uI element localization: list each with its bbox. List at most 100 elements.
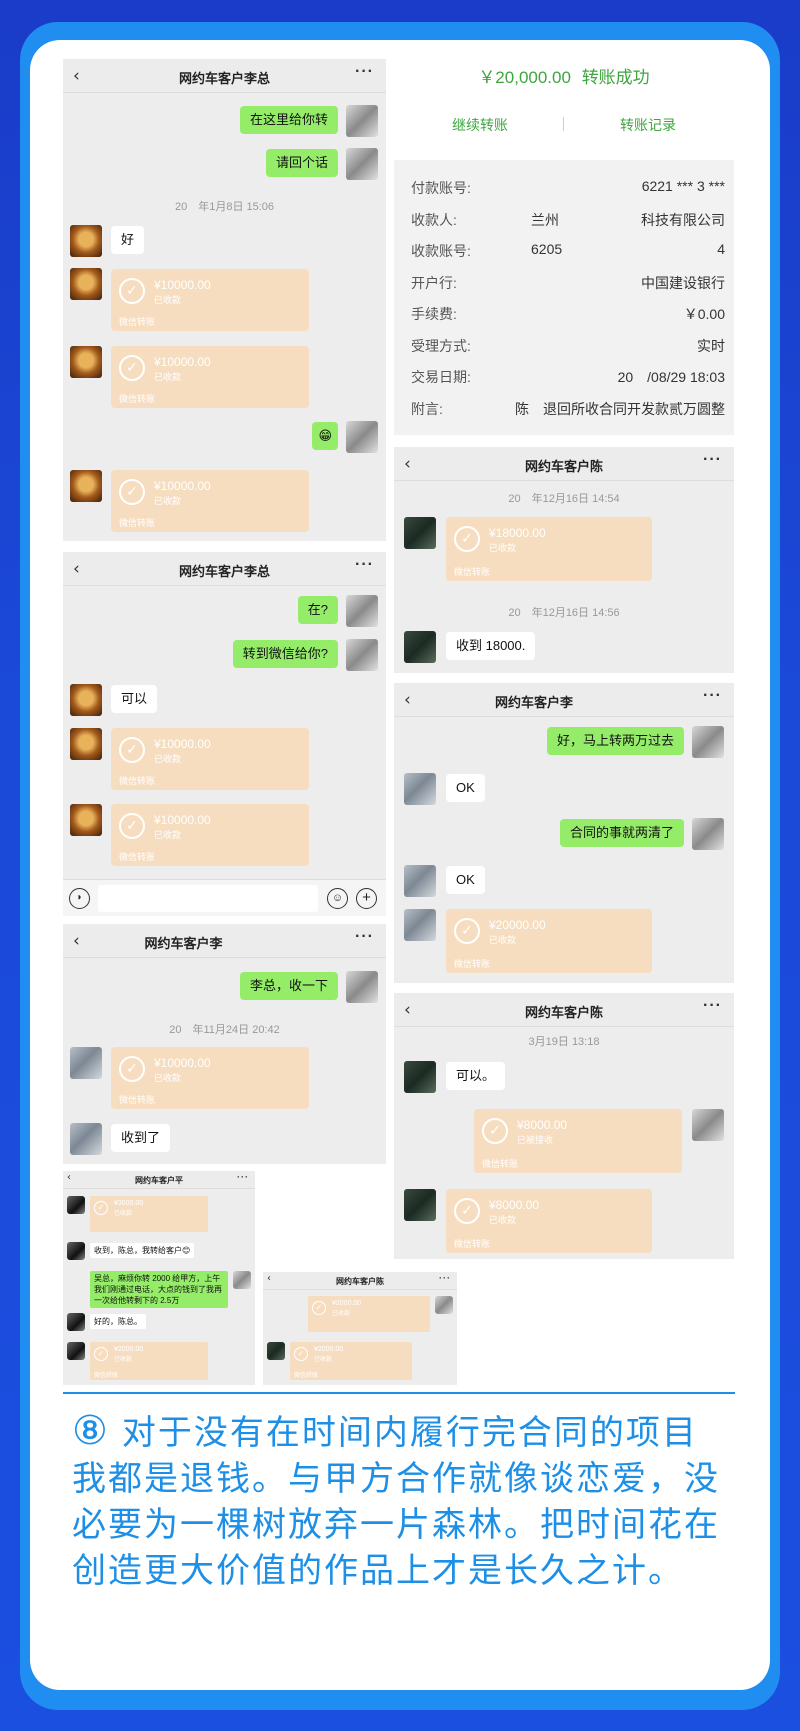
transfer-footer: 微信转账 xyxy=(119,852,156,862)
timestamp: 20 年12月16日 14:54 xyxy=(508,493,620,505)
more-icon[interactable]: ··· xyxy=(703,451,722,469)
chat-title: 网约车客户李总 xyxy=(178,564,270,579)
avatar xyxy=(346,105,378,137)
transfer-card[interactable]: ✓ ¥18000.00 已收款 微信转账 xyxy=(446,517,652,581)
timestamp: 20 年11月24日 20:42 xyxy=(169,1024,280,1036)
chat-bubble: 好 xyxy=(111,226,145,254)
transfer-amount: ¥20000.00 xyxy=(489,918,546,932)
chat-header: ‹ 网约车客户李总 ··· xyxy=(63,552,386,586)
transfer-records-link[interactable]: 转账记录 xyxy=(620,115,676,135)
receipt-value: 20 /08/29 18:03 xyxy=(617,369,725,385)
receipt-value: 陈 退回所收合同开发款贰万圆整 xyxy=(515,400,725,417)
message-input[interactable] xyxy=(98,885,318,912)
chat-bubble: 好的，陈总。 xyxy=(90,1314,146,1329)
transfer-card[interactable]: ✓ ¥8000.00 已被接收 微信转账 xyxy=(474,1109,682,1173)
transfer-status: 已被接收 xyxy=(517,1135,554,1145)
receipt-label: 付款账号: xyxy=(411,180,471,196)
receipt-row: 付款账号: 6221 *** 3 *** xyxy=(411,178,725,198)
transfer-card[interactable]: ✓ ¥10000.00 已收款 微信转账 xyxy=(111,470,309,532)
chat-title: 网约车客户李 xyxy=(494,695,573,710)
avatar xyxy=(70,1123,102,1155)
more-icon[interactable]: ··· xyxy=(703,997,722,1015)
chat-screenshot-3: ‹ 网约车客户李 ··· 李总，收一下 20 年11月24日 20:42 ✓ ¥… xyxy=(63,924,386,1164)
transfer-card[interactable]: ✓ ¥10000.00 已收款 微信转账 xyxy=(111,269,309,331)
continue-transfer-link[interactable]: 继续转账 xyxy=(452,115,508,135)
chat-screenshot-2: ‹ 网约车客户李总 ··· 在? 转到微信给你? 可以 ✓ ¥10000.00 … xyxy=(63,552,386,916)
check-icon: ✓ xyxy=(454,526,480,552)
transfer-card[interactable]: ✓ ¥10000.00 已收款 微信转账 xyxy=(111,804,309,866)
avatar xyxy=(692,726,724,758)
more-icon[interactable]: ··· xyxy=(703,687,722,705)
transfer-amount: ¥10000.00 xyxy=(154,737,211,751)
transfer-status: 已收款 xyxy=(154,754,182,764)
chat-bubble: 收到 18000. xyxy=(446,632,536,660)
receipt-value: 4 xyxy=(717,241,725,257)
transfer-amount: ¥8000.00 xyxy=(489,1198,540,1212)
transfer-footer: 微信转账 xyxy=(119,518,156,528)
avatar xyxy=(404,1189,436,1221)
input-bar: ◗ ☺ + xyxy=(63,879,386,916)
chat-screenshot-8: ‹ 网约车客户陈 ··· ✓ ¥2000.00 已收款 ✓ ¥2000.00 已… xyxy=(263,1272,457,1385)
chat-header: ‹ 网约车客户陈 ··· xyxy=(394,447,734,481)
transfer-card[interactable]: ✓ ¥10000.00 已收款 微信转账 xyxy=(111,728,309,790)
voice-icon[interactable]: ◗ xyxy=(69,888,90,909)
chat-bubble: 在这里给你转 xyxy=(239,106,338,134)
timestamp: 20 年12月16日 14:56 xyxy=(508,607,620,619)
transfer-card[interactable]: ✓ ¥20000.00 已收款 微信转账 xyxy=(446,909,652,973)
transfer-card[interactable]: ✓ ¥2000.00 已收款 微信转账 xyxy=(290,1342,412,1380)
chat-screenshot-6: ‹ 网约车客户陈 ··· 3月19日 13:18 可以。 ✓ ¥8000.00 … xyxy=(394,993,734,1259)
transfer-status: 已收款 xyxy=(154,295,182,305)
receipt-label: 收款账号: xyxy=(411,243,471,259)
avatar xyxy=(692,1109,724,1141)
emoji-bubble: 😁 xyxy=(312,422,338,450)
transfer-card[interactable]: ✓ ¥8000.00 已收款 微信转账 xyxy=(446,1189,652,1253)
timestamp: 20 年1月8日 15:06 xyxy=(174,201,275,213)
more-icon[interactable]: ··· xyxy=(237,1172,249,1182)
receipt-value: 6221 *** 3 *** xyxy=(641,178,725,194)
chat-header: ‹ 网约车客户平 ··· xyxy=(63,1171,255,1189)
chat-bubble: 合同的事就两清了 xyxy=(559,819,684,847)
chat-screenshot-5: ‹ 网约车客户李 ··· 好，马上转两万过去 OK 合同的事就两清了 OK ✓ … xyxy=(394,683,734,983)
chat-title: 网约车客户平 xyxy=(135,1176,183,1185)
avatar xyxy=(70,804,102,836)
more-icon[interactable]: ··· xyxy=(355,63,374,81)
avatar xyxy=(346,421,378,453)
chat-title: 网约车客户陈 xyxy=(524,459,603,474)
check-icon: ✓ xyxy=(119,737,145,763)
check-icon: ✓ xyxy=(454,918,480,944)
add-icon[interactable]: + xyxy=(356,888,377,909)
transfer-amount: ¥18000.00 xyxy=(489,526,546,540)
chat-title: 网约车客户李总 xyxy=(178,71,270,86)
transfer-card[interactable]: ✓ ¥10000.00 已收款 微信转账 xyxy=(111,1047,309,1109)
receipt-row: 收款人: 兰州 科技有限公司 xyxy=(411,210,725,230)
transfer-status: 已收款 xyxy=(314,1357,333,1363)
more-icon[interactable]: ··· xyxy=(355,556,374,574)
transfer-status: 已收款 xyxy=(154,830,182,840)
avatar xyxy=(346,148,378,180)
avatar xyxy=(267,1342,285,1360)
receipt-label: 开户行: xyxy=(411,274,457,291)
transfer-amount: ¥10000.00 xyxy=(154,355,211,369)
transfer-status: 已收款 xyxy=(154,372,182,382)
transfer-amount: ¥2000.00 xyxy=(314,1346,344,1353)
caption: ⑧ 对于没有在时间内履行完合同的项目我都是退钱。与甲方合作就像谈恋爱，没必要为一棵… xyxy=(72,1408,732,1594)
transfer-card[interactable]: ✓ ¥2000.00 已收款 微信转账 xyxy=(90,1342,208,1380)
check-icon: ✓ xyxy=(482,1118,508,1144)
transfer-status: 已收款 xyxy=(489,1215,517,1225)
chat-bubble: 好，马上转两万过去 xyxy=(546,727,684,755)
transfer-card[interactable]: ✓ ¥3000.00 已收款 xyxy=(90,1196,208,1232)
transfer-amount: ¥10000.00 xyxy=(154,1056,211,1070)
avatar xyxy=(70,728,102,760)
transfer-card[interactable]: ✓ ¥10000.00 已收款 微信转账 xyxy=(111,346,309,408)
more-icon[interactable]: ··· xyxy=(355,928,374,946)
check-icon: ✓ xyxy=(312,1301,326,1315)
transfer-status: 已收款 xyxy=(154,1073,182,1083)
chat-bubble: OK xyxy=(446,774,485,802)
emoji-icon[interactable]: ☺ xyxy=(327,888,348,909)
transfer-footer: 微信转账 xyxy=(119,1095,156,1105)
chat-bubble: 可以。 xyxy=(446,1062,506,1090)
chat-title: 网约车客户陈 xyxy=(524,1005,603,1020)
more-icon[interactable]: ··· xyxy=(439,1273,451,1283)
section-divider xyxy=(63,1392,735,1394)
transfer-card[interactable]: ✓ ¥2000.00 已收款 xyxy=(308,1296,430,1332)
